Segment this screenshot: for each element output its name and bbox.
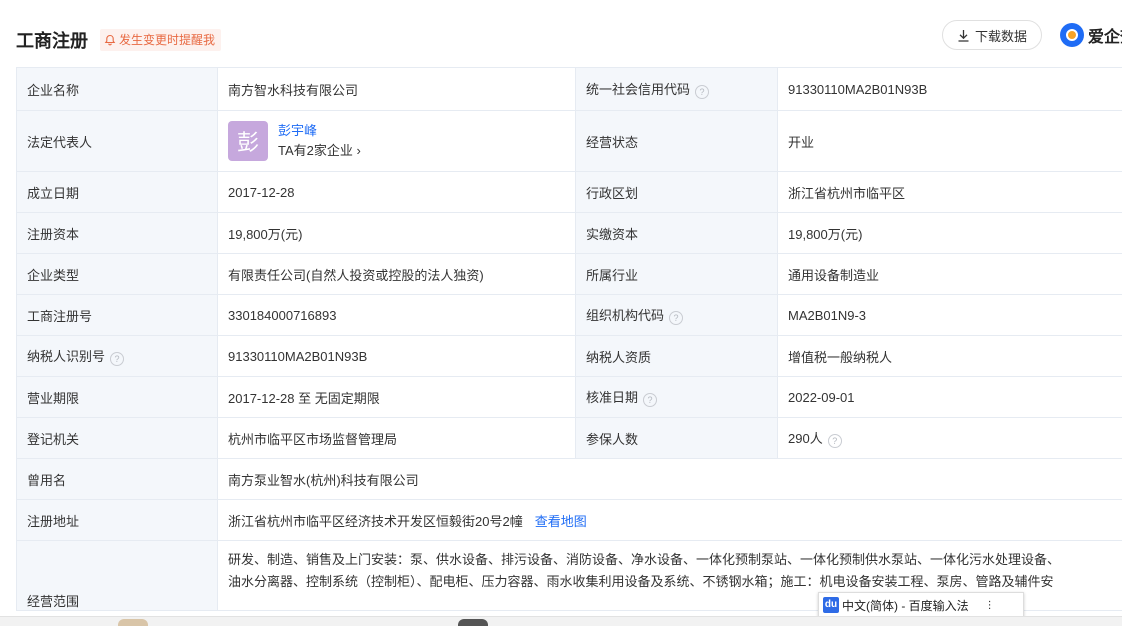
brand-logo[interactable]: 爱企查 [1060, 23, 1122, 47]
table-row: 登记机关 杭州市临平区市场监督管理局 参保人数 290人? [17, 418, 1122, 459]
company-name-value: 南方智水科技有限公司 [218, 68, 576, 111]
brand-icon [1060, 23, 1084, 47]
table-row: 营业期限 2017-12-28 至 无固定期限 核准日期? 2022-09-01 [17, 377, 1122, 418]
ime-text: 中文(简体) - 百度输入法 [842, 597, 969, 614]
industry-value: 通用设备制造业 [778, 254, 1122, 295]
remind-label: 发生变更时提醒我 [119, 29, 215, 51]
brand-text: 爱企查 [1088, 23, 1122, 47]
table-row: 纳税人识别号? 91330110MA2B01N93B 纳税人资质 增值税一般纳税… [17, 336, 1122, 377]
avatar[interactable]: 彭 [228, 121, 268, 161]
help-icon[interactable]: ? [828, 434, 842, 448]
org-code-value: MA2B01N9-3 [778, 295, 1122, 336]
download-label: 下载数据 [975, 26, 1027, 45]
table-row: 注册地址 浙江省杭州市临平区经济技术开发区恒毅街20号2幢查看地图 [17, 500, 1122, 541]
row-label: 曾用名 [17, 459, 218, 500]
former-name-value: 南方泵业智水(杭州)科技有限公司 [218, 459, 1122, 500]
row-label: 实缴资本 [576, 213, 778, 254]
insured-value: 290人? [778, 418, 1122, 459]
company-type-value: 有限责任公司(自然人投资或控股的法人独资) [218, 254, 576, 295]
term-value: 2017-12-28 至 无固定期限 [218, 377, 576, 418]
row-label: 营业期限 [17, 377, 218, 418]
row-label: 参保人数 [576, 418, 778, 459]
section-title: 工商注册 [16, 27, 88, 53]
approve-date-value: 2022-09-01 [778, 377, 1122, 418]
reg-number-value: 330184000716893 [218, 295, 576, 336]
row-label: 法定代表人 [17, 111, 218, 172]
ime-status-bar[interactable]: du 中文(简体) - 百度输入法 ⋮ [818, 592, 1024, 618]
row-label: 核准日期? [576, 377, 778, 418]
taxpayer-qual-value: 增值税一般纳税人 [778, 336, 1122, 377]
credit-code-value: 91330110MA2B01N93B [778, 68, 1122, 111]
view-map-link[interactable]: 查看地图 [535, 514, 587, 529]
reg-capital-value: 19,800万(元) [218, 213, 576, 254]
help-icon[interactable]: ? [643, 393, 657, 407]
bell-icon [104, 34, 116, 46]
row-label: 纳税人识别号? [17, 336, 218, 377]
change-remind-button[interactable]: 发生变更时提醒我 [100, 29, 221, 51]
row-label: 所属行业 [576, 254, 778, 295]
row-label: 注册地址 [17, 500, 218, 541]
legal-rep-link[interactable]: 彭宇峰 [278, 121, 361, 141]
row-label: 统一社会信用代码? [576, 68, 778, 111]
help-icon[interactable]: ? [669, 311, 683, 325]
row-label: 成立日期 [17, 172, 218, 213]
download-icon [957, 29, 970, 42]
row-label: 工商注册号 [17, 295, 218, 336]
ime-menu-icon[interactable]: ⋮ [985, 600, 995, 611]
chevron-right-icon: › [357, 143, 361, 158]
table-row: 工商注册号 330184000716893 组织机构代码? MA2B01N9-3 [17, 295, 1122, 336]
address-value: 浙江省杭州市临平区经济技术开发区恒毅街20号2幢 [228, 514, 523, 529]
table-row: 注册资本 19,800万(元) 实缴资本 19,800万(元) [17, 213, 1122, 254]
table-row: 企业名称 南方智水科技有限公司 统一社会信用代码? 91330110MA2B01… [17, 68, 1122, 111]
table-row: 成立日期 2017-12-28 行政区划 浙江省杭州市临平区 [17, 172, 1122, 213]
help-icon[interactable]: ? [110, 352, 124, 366]
paid-capital-value: 19,800万(元) [778, 213, 1122, 254]
related-companies-link[interactable]: TA有2家企业 › [278, 143, 361, 158]
table-row: 法定代表人 彭 彭宇峰 TA有2家企业 › 经营状态 开业 [17, 111, 1122, 172]
legal-rep-cell: 彭 彭宇峰 TA有2家企业 › [218, 111, 576, 172]
row-label: 行政区划 [576, 172, 778, 213]
table-row: 企业类型 有限责任公司(自然人投资或控股的法人独资) 所属行业 通用设备制造业 [17, 254, 1122, 295]
row-label: 企业名称 [17, 68, 218, 111]
taxpayer-id-value: 91330110MA2B01N93B [218, 336, 576, 377]
help-icon[interactable]: ? [695, 85, 709, 99]
row-label: 经营范围 [17, 541, 218, 611]
table-row: 曾用名 南方泵业智水(杭州)科技有限公司 [17, 459, 1122, 500]
row-label: 企业类型 [17, 254, 218, 295]
status-value: 开业 [778, 111, 1122, 172]
row-label: 经营状态 [576, 111, 778, 172]
region-value: 浙江省杭州市临平区 [778, 172, 1122, 213]
authority-value: 杭州市临平区市场监督管理局 [218, 418, 576, 459]
row-label: 纳税人资质 [576, 336, 778, 377]
baidu-ime-icon: du [823, 597, 839, 613]
address-cell: 浙江省杭州市临平区经济技术开发区恒毅街20号2幢查看地图 [218, 500, 1122, 541]
section-header: 工商注册 发生变更时提醒我 下载数据 爱企查 [0, 0, 1122, 66]
registration-table: 企业名称 南方智水科技有限公司 统一社会信用代码? 91330110MA2B01… [16, 67, 1122, 611]
row-label: 登记机关 [17, 418, 218, 459]
row-label: 注册资本 [17, 213, 218, 254]
found-date-value: 2017-12-28 [218, 172, 576, 213]
row-label: 组织机构代码? [576, 295, 778, 336]
download-data-button[interactable]: 下载数据 [942, 20, 1042, 50]
